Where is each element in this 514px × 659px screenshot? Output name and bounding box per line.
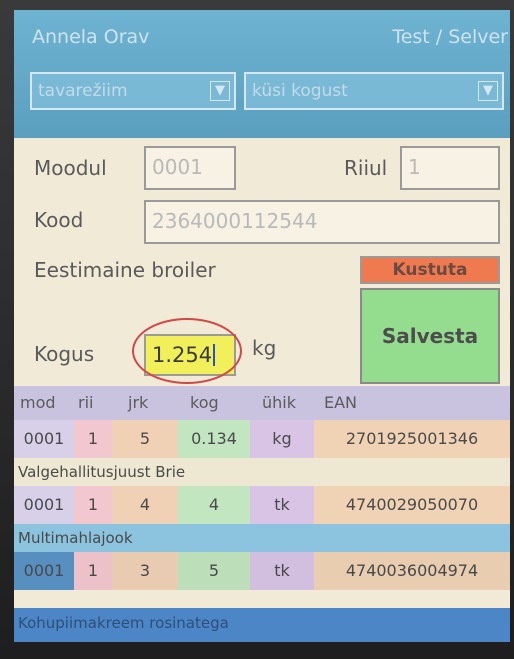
col-header-ean[interactable]: EAN (324, 386, 357, 420)
col-header-mod[interactable]: mod (20, 386, 56, 420)
cell-ean: 4740036004974 (314, 552, 510, 590)
cell-jrk: 5 (112, 420, 178, 458)
col-header-rii[interactable]: rii (78, 386, 93, 420)
row-product-name: Kohupiimakreem rosinatega (18, 614, 229, 632)
app-screen: Annela Orav Test / Selver tavarežiim ▼ k… (14, 10, 510, 642)
save-button[interactable]: Salvesta (360, 288, 500, 384)
device-frame: Annela Orav Test / Selver tavarežiim ▼ k… (0, 0, 514, 659)
riiul-label: Riiul (344, 156, 388, 180)
mode-label: Test / Selver (392, 26, 508, 48)
kood-field[interactable]: 2364000112544 (144, 200, 500, 244)
cell-kog: 0.134 (178, 420, 250, 458)
moodul-field[interactable]: 0001 (144, 146, 236, 190)
mode-select[interactable]: tavarežiim ▼ (30, 72, 236, 110)
cell-mod: 0001 (14, 552, 74, 590)
row-product-name[interactable]: Multimahlajook (14, 524, 510, 552)
cell-uhik: kg (250, 420, 314, 458)
table-row[interactable]: 0001 1 3 5 tk 4740036004974 (14, 552, 510, 590)
quantity-mode-select-value: küsi kogust (252, 81, 348, 101)
product-name: Eestimaine broiler (34, 258, 216, 282)
cell-uhik: tk (250, 486, 314, 524)
cell-ean: 4740029050070 (314, 486, 510, 524)
cell-uhik: tk (250, 552, 314, 590)
cell-rii: 1 (74, 486, 112, 524)
table-header: mod rii jrk kog ühik EAN (14, 386, 510, 420)
table-row[interactable]: 0001 1 4 4 tk 4740029050070 (14, 486, 510, 524)
annotation-circle (132, 318, 242, 384)
mode-select-value: tavarežiim (38, 81, 128, 101)
cell-ean: 2701925001346 (314, 420, 510, 458)
unit-label: kg (252, 336, 277, 360)
quantity-mode-select[interactable]: küsi kogust ▼ (244, 72, 504, 110)
cell-kog: 5 (178, 552, 250, 590)
col-header-uhik[interactable]: ühik (262, 386, 296, 420)
delete-button[interactable]: Kustuta (360, 256, 500, 284)
cell-rii: 1 (74, 552, 112, 590)
col-header-jrk[interactable]: jrk (128, 386, 148, 420)
moodul-label: Moodul (34, 156, 107, 180)
cell-kog: 4 (178, 486, 250, 524)
header-bar: Annela Orav Test / Selver tavarežiim ▼ k… (14, 10, 510, 138)
col-header-kog[interactable]: kog (190, 386, 219, 420)
user-name: Annela Orav (32, 26, 150, 48)
chevron-down-icon[interactable]: ▼ (210, 81, 230, 101)
cell-jrk: 3 (112, 552, 178, 590)
chevron-down-icon[interactable]: ▼ (478, 81, 498, 101)
cell-mod: 0001 (14, 486, 74, 524)
cell-jrk: 4 (112, 486, 178, 524)
row-product-name[interactable]: Valgehallitusjuust Brie (14, 458, 510, 486)
table-row[interactable]: 0001 1 5 0.134 kg 2701925001346 (14, 420, 510, 458)
cell-rii: 1 (74, 420, 112, 458)
riiul-field[interactable]: 1 (400, 146, 500, 190)
kood-label: Kood (34, 208, 84, 232)
kogus-label: Kogus (34, 342, 95, 366)
cell-mod: 0001 (14, 420, 74, 458)
